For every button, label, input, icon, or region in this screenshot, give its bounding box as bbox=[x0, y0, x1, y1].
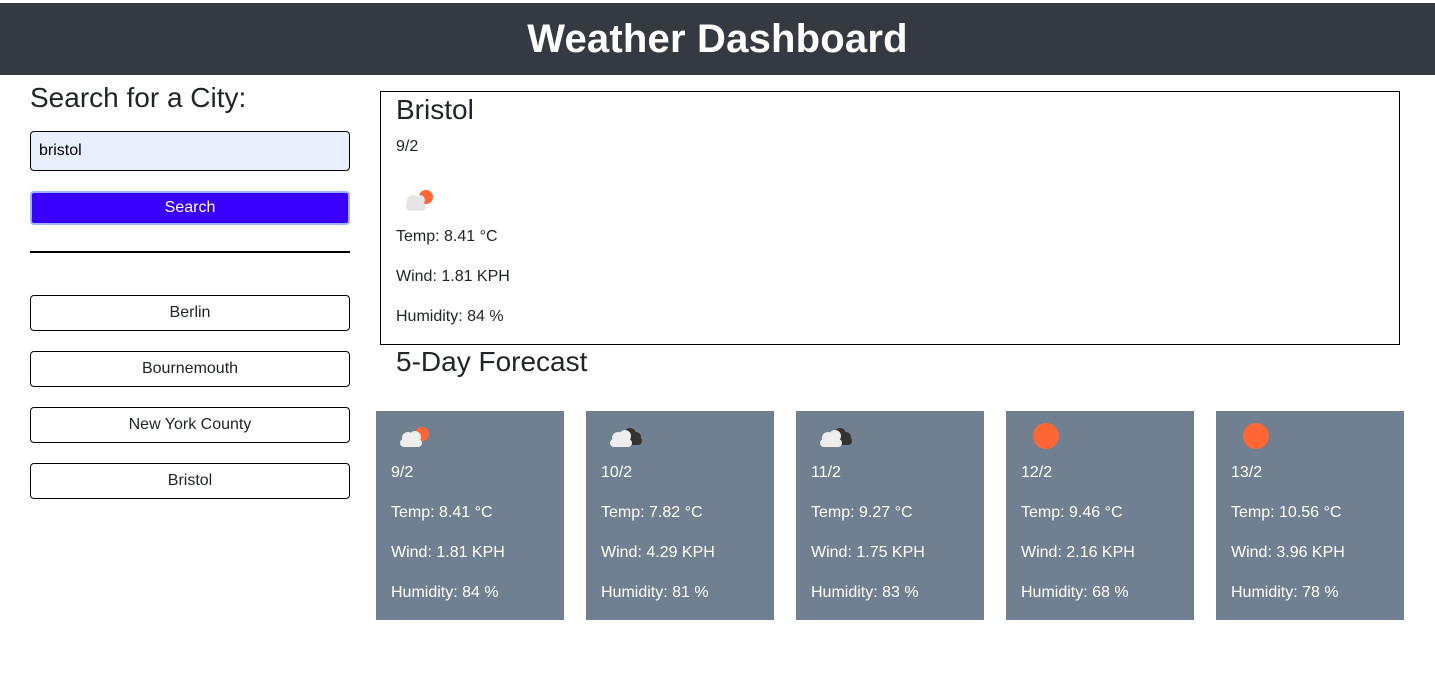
forecast-date: 13/2 bbox=[1231, 464, 1263, 481]
forecast-card: 12/2 Temp: 9.46 °C Wind: 2.16 KPH Humidi… bbox=[1006, 411, 1194, 620]
history-city-button[interactable]: Berlin bbox=[30, 295, 350, 331]
search-history: Berlin Bournemouth New York County Brist… bbox=[30, 295, 350, 519]
forecast-temp: Temp: 9.27 °C bbox=[811, 504, 913, 521]
forecast-title: 5-Day Forecast bbox=[396, 346, 588, 377]
forecast-humidity: Humidity: 81 % bbox=[601, 584, 709, 601]
forecast-humidity: Humidity: 84 % bbox=[391, 584, 499, 601]
forecast-date: 9/2 bbox=[391, 464, 414, 481]
forecast-date: 12/2 bbox=[1021, 464, 1053, 481]
sun-icon bbox=[1236, 423, 1272, 456]
forecast-card: 11/2 Temp: 9.27 °C Wind: 1.75 KPH Humidi… bbox=[796, 411, 984, 620]
current-city-name: Bristol bbox=[396, 94, 474, 125]
history-city-button[interactable]: Bristol bbox=[30, 463, 350, 499]
forecast-wind: Wind: 2.16 KPH bbox=[1021, 544, 1135, 561]
forecast-temp: Temp: 10.56 °C bbox=[1231, 504, 1342, 521]
forecast-humidity: Humidity: 78 % bbox=[1231, 584, 1339, 601]
forecast-temp: Temp: 9.46 °C bbox=[1021, 504, 1123, 521]
current-temp: Temp: 8.41 °C bbox=[396, 228, 498, 245]
current-wind: Wind: 1.81 KPH bbox=[396, 268, 510, 285]
forecast-card: 9/2 Temp: 8.41 °C Wind: 1.81 KPH Humidit… bbox=[376, 411, 564, 620]
city-search-input[interactable] bbox=[30, 131, 350, 171]
forecast-temp: Temp: 8.41 °C bbox=[391, 504, 493, 521]
current-date: 9/2 bbox=[396, 138, 419, 155]
current-weather-panel: Bristol 9/2 Temp: 8.41 °C Wind: 1.81 KPH… bbox=[380, 91, 1400, 345]
forecast-humidity: Humidity: 83 % bbox=[811, 584, 919, 601]
forecast-card: 13/2 Temp: 10.56 °C Wind: 3.96 KPH Humid… bbox=[1216, 411, 1404, 620]
current-humidity: Humidity: 84 % bbox=[396, 308, 504, 325]
history-city-button[interactable]: Bournemouth bbox=[30, 351, 350, 387]
cloud-dark-icon bbox=[606, 423, 646, 456]
forecast-temp: Temp: 7.82 °C bbox=[601, 504, 703, 521]
page-title: Weather Dashboard bbox=[527, 16, 908, 61]
divider bbox=[30, 251, 350, 253]
cloud-sun-icon bbox=[401, 184, 437, 219]
forecast-wind: Wind: 3.96 KPH bbox=[1231, 544, 1345, 561]
forecast-card: 10/2 Temp: 7.82 °C Wind: 4.29 KPH Humidi… bbox=[586, 411, 774, 620]
search-heading: Search for a City: bbox=[30, 82, 247, 113]
cloud-sun-icon bbox=[396, 423, 432, 456]
cloud-dark-icon bbox=[816, 423, 856, 456]
search-button[interactable]: Search bbox=[30, 191, 350, 225]
forecast-wind: Wind: 4.29 KPH bbox=[601, 544, 715, 561]
history-city-button[interactable]: New York County bbox=[30, 407, 350, 443]
forecast-humidity: Humidity: 68 % bbox=[1021, 584, 1129, 601]
forecast-date: 10/2 bbox=[601, 464, 633, 481]
forecast-wind: Wind: 1.81 KPH bbox=[391, 544, 505, 561]
forecast-wind: Wind: 1.75 KPH bbox=[811, 544, 925, 561]
forecast-date: 11/2 bbox=[811, 464, 841, 481]
page-header: Weather Dashboard bbox=[0, 3, 1435, 75]
sidebar: Search for a City: Search Berlin Bournem… bbox=[30, 80, 350, 499]
sun-icon bbox=[1026, 423, 1062, 456]
